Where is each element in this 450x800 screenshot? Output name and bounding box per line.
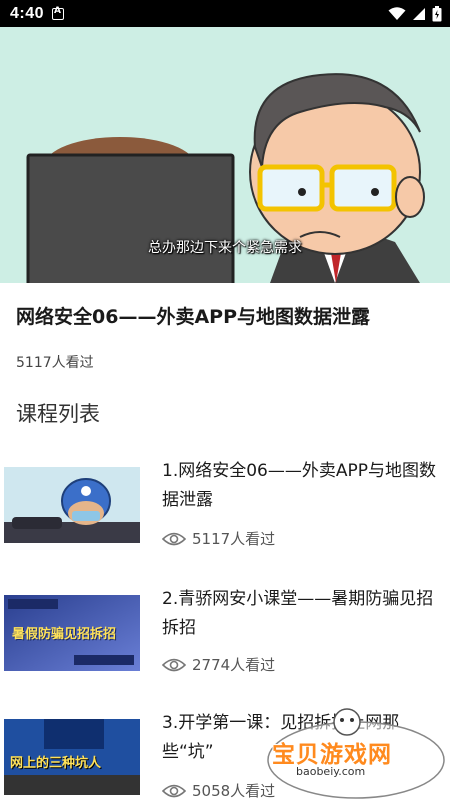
course-view-count: 5117人看过 <box>192 530 276 548</box>
course-thumbnail: 暑假防骗见招拆招 <box>4 595 140 671</box>
course-thumbnail-image <box>4 467 140 543</box>
course-views: 2774人看过 <box>162 654 275 675</box>
eye-icon <box>162 532 186 545</box>
wifi-icon <box>388 6 406 20</box>
eye-icon <box>162 658 186 671</box>
course-thumbnail-text: 暑假防骗见招拆招 <box>12 627 117 642</box>
course-thumbnail: 网上的三种坑人 <box>4 719 140 795</box>
course-views: 5058人看过 <box>162 780 275 800</box>
watermark-url: baobeiy.com <box>296 765 366 778</box>
signal-icon <box>413 7 425 20</box>
course-list-heading: 课程列表 <box>16 402 100 426</box>
course-title: 1.网络安全06——外卖APP与地图数据泄露 <box>162 461 436 510</box>
video-subtitle: 总办那边下来个紧急需求 <box>148 240 302 256</box>
course-view-count: 2774人看过 <box>192 656 276 674</box>
course-title: 2.青骄网安小课堂——暑期防骗见招拆招 <box>162 589 434 638</box>
eye-icon <box>162 784 186 797</box>
video-player[interactable]: 总办那边下来个紧急需求 <box>0 27 450 283</box>
battery-icon <box>432 5 442 21</box>
status-time: 4:40 <box>10 4 45 22</box>
video-title: 网络安全06——外卖APP与地图数据泄露 <box>16 306 370 328</box>
watermark-text: 宝贝游戏网 <box>272 742 392 768</box>
status-bar: 4:40 <box>0 0 450 27</box>
course-item[interactable]: 1.网络安全06——外卖APP与地图数据泄露 5117人看过 <box>0 452 450 552</box>
course-item[interactable]: 暑假防骗见招拆招 2.青骄网安小课堂——暑期防骗见招拆招 2774人看过 <box>0 582 450 682</box>
course-thumbnail <box>4 467 140 543</box>
video-view-count: 5117人看过 <box>16 355 94 371</box>
notification-icon <box>52 6 65 20</box>
course-thumbnail-text: 网上的三种坑人 <box>10 756 102 771</box>
course-views: 5117人看过 <box>162 528 275 549</box>
